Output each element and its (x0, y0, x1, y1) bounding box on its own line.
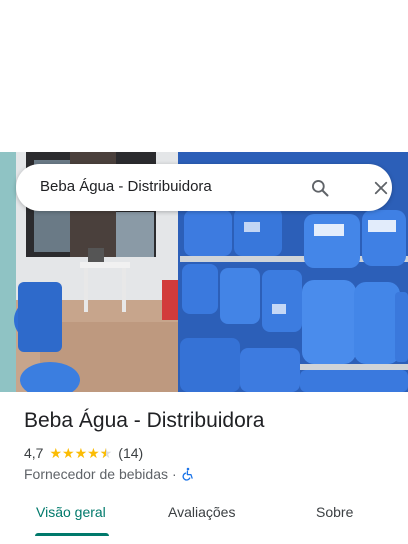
place-tabs: Visão geral Avaliações Sobre (0, 494, 408, 538)
half-star-icon: ★ (100, 446, 113, 460)
wheelchair-icon[interactable] (181, 467, 195, 481)
active-tab-indicator (35, 533, 109, 536)
review-count[interactable]: (14) (118, 445, 143, 461)
tab-overview[interactable]: Visão geral (36, 504, 106, 520)
close-button[interactable] (367, 174, 395, 202)
star-icon: ★ (62, 445, 75, 461)
star-icon: ★ (87, 445, 100, 461)
search-bar[interactable]: Beba Água - Distribuidora (16, 164, 392, 211)
search-button[interactable] (306, 174, 334, 202)
rating-value: 4,7 (24, 445, 44, 461)
search-query[interactable]: Beba Água - Distribuidora (40, 178, 212, 195)
category-row: Fornecedor de bebidas · (24, 465, 195, 483)
place-category: Fornecedor de bebidas (24, 466, 168, 482)
tab-reviews[interactable]: Avaliações (168, 504, 235, 520)
tab-about[interactable]: Sobre (316, 504, 353, 520)
star-icon: ★ (74, 445, 88, 461)
separator-dot: · (172, 466, 177, 482)
close-icon (374, 181, 388, 195)
rating-row[interactable]: 4,7 ★ ★ ★ ★ ★ (14) (24, 444, 143, 462)
star-icon: ★ (49, 445, 63, 461)
wheelchair-accessible-icon (182, 467, 193, 481)
place-title: Beba Água - Distribuidora (24, 409, 265, 432)
rating-stars: ★ ★ ★ ★ ★ (49, 446, 112, 460)
search-icon (312, 180, 329, 197)
